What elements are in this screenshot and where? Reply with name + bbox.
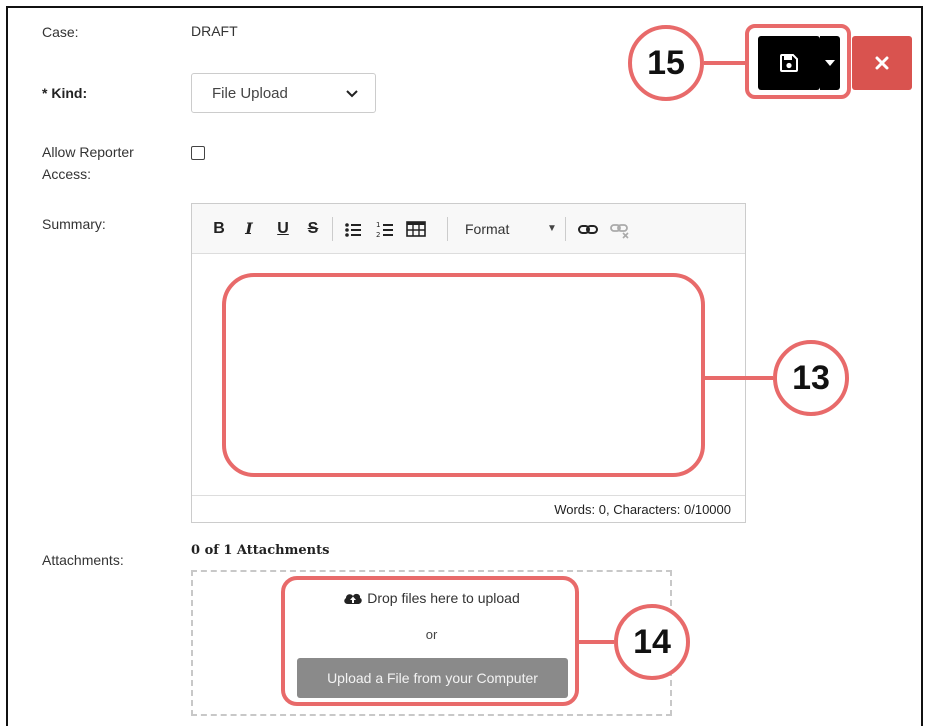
strikethrough-button[interactable]: S <box>304 218 322 240</box>
allow-reporter-label-line2: Access: <box>42 166 92 182</box>
summary-label: Summary: <box>42 216 106 232</box>
callout-15-connector <box>704 61 746 65</box>
editor-word-count: Words: 0, Characters: 0/10000 <box>192 495 745 522</box>
callout-13-connector <box>705 376 773 380</box>
svg-text:1: 1 <box>376 221 380 229</box>
close-button[interactable] <box>852 36 912 90</box>
toolbar-separator <box>447 217 448 241</box>
link-icon[interactable] <box>578 218 598 240</box>
callout-14-connector <box>578 640 614 644</box>
case-label: Case: <box>42 24 79 40</box>
attachments-label: Attachments: <box>42 552 124 568</box>
numbered-list-icon[interactable]: 1 2 <box>376 218 394 240</box>
toolbar-separator <box>565 217 566 241</box>
unlink-icon[interactable] <box>610 218 630 240</box>
italic-button[interactable]: I <box>240 218 258 240</box>
underline-button[interactable]: U <box>274 218 292 240</box>
table-icon[interactable] <box>406 218 426 240</box>
callout-14-box <box>281 576 579 706</box>
kind-select[interactable]: File Upload <box>191 73 376 113</box>
format-dropdown[interactable]: Format <box>465 218 509 240</box>
toolbar-separator <box>332 217 333 241</box>
editor-toolbar: B I U S 1 2 Format ▼ <box>192 204 745 254</box>
kind-label: * Kind: <box>42 85 88 101</box>
allow-reporter-label-line1: Allow Reporter <box>42 144 134 160</box>
bullet-list-icon[interactable] <box>344 218 362 240</box>
callout-15-box <box>745 24 851 99</box>
format-caret-icon: ▼ <box>547 223 557 234</box>
callout-15-badge: 15 <box>628 25 704 101</box>
chevron-down-icon <box>346 90 358 98</box>
allow-reporter-checkbox[interactable] <box>191 146 205 160</box>
callout-13-badge: 13 <box>773 340 849 416</box>
kind-select-value: File Upload <box>212 85 288 102</box>
callout-14-badge: 14 <box>614 604 690 680</box>
callout-13-box <box>222 273 705 477</box>
svg-text:2: 2 <box>376 231 380 239</box>
case-value: DRAFT <box>191 23 238 39</box>
bold-button[interactable]: B <box>210 218 228 240</box>
attachment-count: 0 of 1 Attachments <box>191 543 330 558</box>
close-x-icon <box>875 56 889 70</box>
